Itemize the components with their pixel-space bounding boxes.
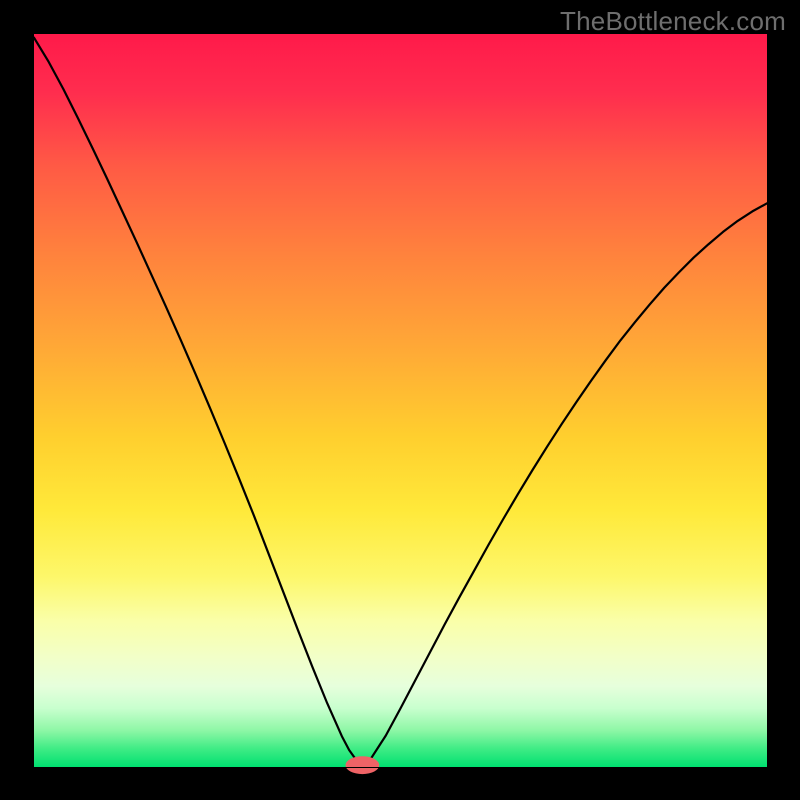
bottleneck-curve-chart	[0, 0, 800, 800]
watermark-text: TheBottleneck.com	[560, 6, 786, 37]
chart-container: TheBottleneck.com	[0, 0, 800, 800]
plot-background	[34, 34, 767, 767]
optimal-marker	[346, 756, 380, 774]
